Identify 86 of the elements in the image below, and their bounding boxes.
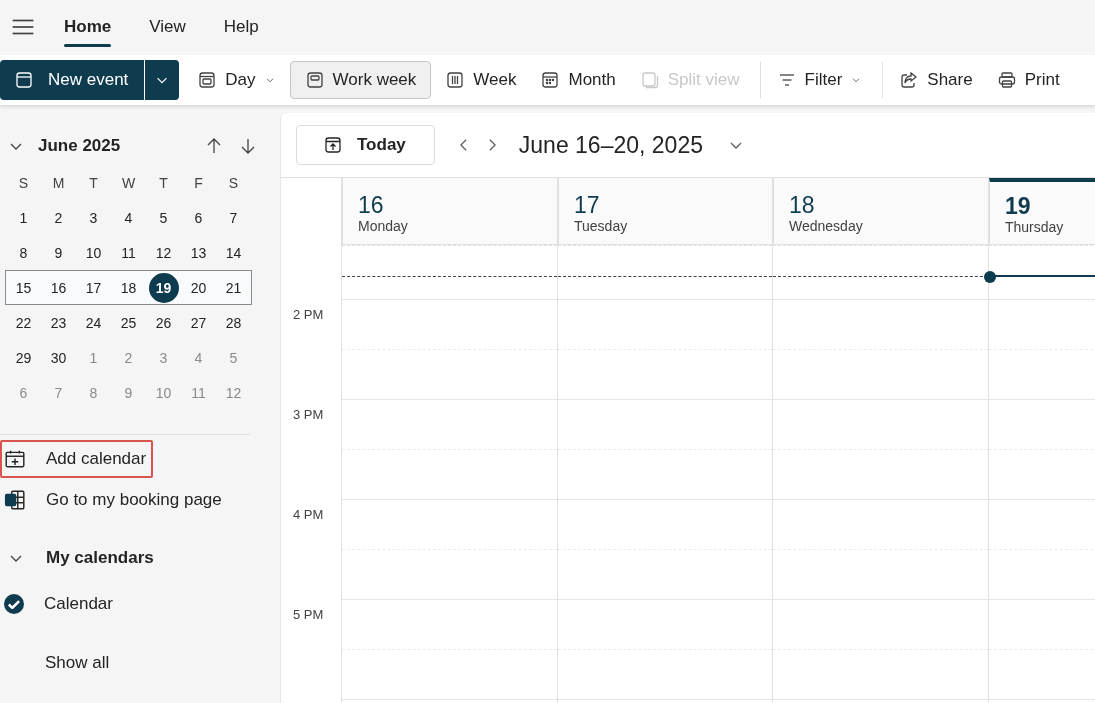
day-header[interactable]: 16 Monday	[342, 178, 557, 245]
month-view-icon	[540, 70, 561, 90]
day-view-icon	[197, 70, 218, 90]
week-view-icon	[445, 70, 466, 90]
weekday-label: S	[17, 173, 30, 193]
date-range-title: June 16–20, 2025	[518, 131, 703, 159]
current-time-dot	[984, 271, 996, 283]
calendar-day[interactable]: 9	[41, 236, 76, 269]
day-number: 19	[1005, 193, 1032, 219]
today-button[interactable]: Today	[296, 125, 435, 165]
today-header[interactable]: 19 Thursday	[989, 178, 1095, 245]
add-calendar-icon	[4, 448, 26, 470]
menu-tab[interactable]: Home	[64, 8, 112, 45]
calendar-day[interactable]: 15	[6, 271, 41, 304]
calendar-day[interactable]: 7	[216, 201, 251, 234]
checkbox[interactable]	[4, 594, 24, 614]
calendar-day[interactable]: 8	[6, 236, 41, 269]
calendar-day[interactable]: 14	[216, 236, 251, 269]
calendar-day[interactable]: 6	[181, 201, 216, 234]
calendar-day[interactable]: 28	[216, 306, 251, 339]
hour-label: 5 PM	[292, 606, 325, 624]
checkmark-icon	[8, 599, 20, 609]
print-button[interactable]: Print	[986, 61, 1070, 99]
calendar-day[interactable]: 10	[76, 236, 111, 269]
chevron-right-icon	[488, 139, 496, 151]
calendar-day[interactable]: 21	[216, 271, 251, 304]
new-event-button[interactable]: New event	[0, 60, 146, 100]
calendar-day[interactable]: 27	[181, 306, 216, 339]
calendar-day[interactable]: 12	[146, 236, 181, 269]
hour-label: 2 PM	[292, 306, 325, 324]
day-name: Thursday	[1005, 219, 1065, 235]
weekday-label: S	[227, 173, 240, 193]
printer-icon	[996, 70, 1017, 90]
weekday-label: W	[120, 173, 137, 193]
calendar-icon	[14, 70, 34, 90]
view-button[interactable]: Work week	[289, 61, 432, 99]
chevron-left-icon	[459, 139, 467, 151]
day-header[interactable]: 17 Tuesday	[558, 178, 772, 245]
month-title: June 2025	[38, 136, 122, 156]
day-number: 18	[789, 192, 816, 218]
calendar-day[interactable]: 4	[111, 201, 146, 234]
calendar-day[interactable]: 30	[41, 341, 76, 374]
calendar-day[interactable]: 16	[41, 271, 76, 304]
weekday-label: T	[88, 173, 99, 193]
share-button[interactable]: Share	[889, 61, 983, 99]
weekday-label: M	[51, 173, 66, 193]
booking-icon	[4, 489, 26, 511]
calendar-day[interactable]: 13	[181, 236, 216, 269]
view-button[interactable]: Day	[187, 61, 286, 99]
calendar-day[interactable]: 2	[41, 201, 76, 234]
calendar-day[interactable]: 22	[6, 306, 41, 339]
calendar-day[interactable]: 17	[76, 271, 111, 304]
day-name: Tuesday	[574, 218, 629, 234]
calendar-day[interactable]: 26	[146, 306, 181, 339]
day-name: Monday	[358, 218, 409, 234]
today-icon	[323, 135, 343, 155]
calendar-day[interactable]: 29	[6, 341, 41, 374]
calendar-day[interactable]: 20	[181, 271, 216, 304]
calendar-item[interactable]: Calendar	[0, 584, 119, 624]
calendar-day[interactable]: 24	[76, 306, 111, 339]
weekday-label: T	[158, 173, 169, 193]
sidebar-link[interactable]: Add calendar	[0, 440, 154, 478]
view-button[interactable]: Week	[435, 61, 527, 99]
menu-tab[interactable]: Help	[223, 8, 259, 45]
hour-label: 3 PM	[292, 406, 325, 424]
work-week-icon	[304, 70, 325, 90]
calendar-day[interactable]: 18	[111, 271, 146, 304]
menu-tab[interactable]: View	[149, 8, 186, 45]
weekday-label: F	[193, 173, 204, 193]
calendar-day[interactable]: 25	[111, 306, 146, 339]
view-button[interactable]: Month	[530, 61, 626, 99]
show-all-link[interactable]: Show all	[45, 653, 110, 673]
sidebar-link[interactable]: Go to my booking page	[0, 481, 229, 519]
calendar-day[interactable]: 1	[6, 201, 41, 234]
filter-button[interactable]: Filter	[766, 61, 873, 99]
split-view-icon	[639, 70, 660, 90]
section-title: My calendars	[46, 548, 154, 568]
day-header[interactable]: 18 Wednesday	[773, 178, 988, 245]
day-name: Wednesday	[789, 218, 864, 234]
hour-label: 4 PM	[292, 506, 325, 524]
calendar-day[interactable]: 11	[111, 236, 146, 269]
day-number: 16	[358, 192, 385, 218]
calendar-day[interactable]: 5	[146, 201, 181, 234]
calendar-day[interactable]: 3	[76, 201, 111, 234]
calendar-day[interactable]: 23	[41, 306, 76, 339]
day-number: 17	[574, 192, 601, 218]
